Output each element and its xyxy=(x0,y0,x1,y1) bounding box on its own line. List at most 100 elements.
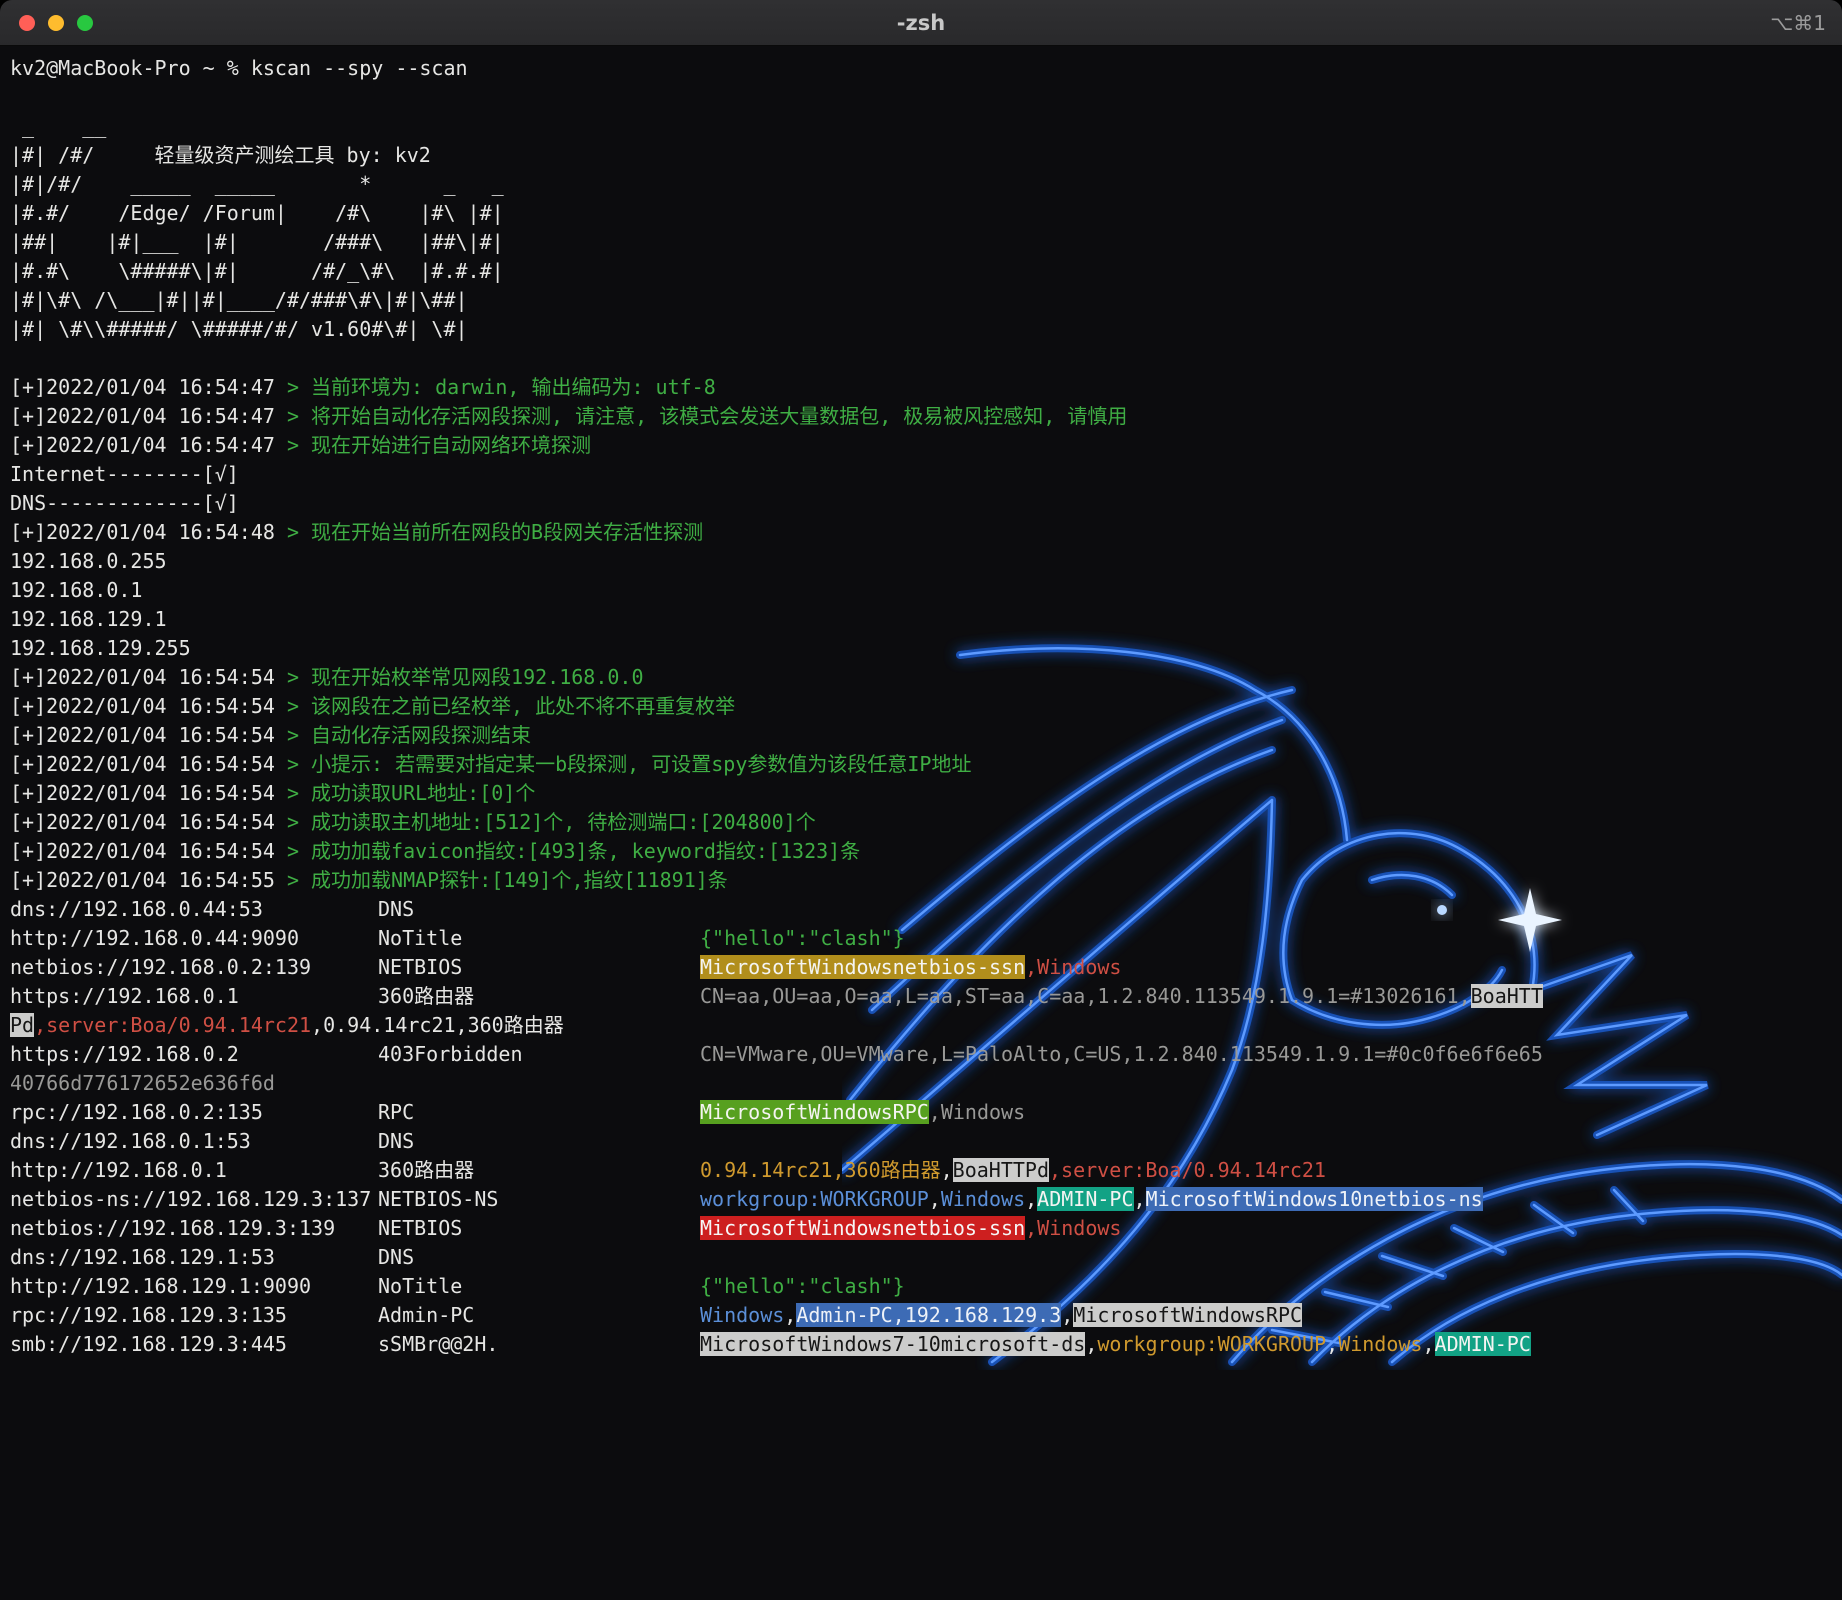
terminal-text-segment: 40766d776172652e636f6d xyxy=(10,1071,275,1095)
result-col-service: DNS xyxy=(378,1243,414,1272)
window-shortcut-badge: ⌥⌘1 xyxy=(1770,10,1826,35)
terminal-text-segment: NETBIOS-NS xyxy=(378,1187,499,1211)
terminal-text-segment: |#.#\ \#####\|#| /#/_\#\ |#.#.#| xyxy=(10,259,504,283)
terminal-text-segment: ADMIN-PC xyxy=(1037,1187,1134,1211)
minimize-button[interactable] xyxy=(48,14,64,31)
terminal-line: 192.168.129.1 xyxy=(0,605,1842,634)
result-col-fingerprint: MicrosoftWindowsnetbios-ssn,Windows xyxy=(700,1214,1121,1243)
terminal-text-segment: [+]2022/01/04 16:54:54 xyxy=(10,810,287,834)
terminal-line: _ __ xyxy=(0,112,1842,141)
terminal-text-segment: > 将开始自动化存活网段探测, 请注意, 该模式会发送大量数据包, 极易被风控感… xyxy=(286,404,1128,428)
terminal-window: -zsh ⌥⌘1 kv2@MacBook-Pro ~ % kscan --spy… xyxy=(0,0,1842,1600)
terminal-line: http://192.168.0.44:9090 NoTitle {"hello":… xyxy=(0,924,1842,953)
result-col-fingerprint: workgroup:WORKGROUP,Windows,ADMIN-PC,Mic… xyxy=(700,1185,1483,1214)
terminal-text-segment: |#| \#\\#####/ \#####/#/ v1.60#\#| \#| xyxy=(10,317,468,341)
result-col-service: RPC xyxy=(378,1098,414,1127)
terminal-text-segment: smb://192.168.129.3:445 xyxy=(10,1332,287,1356)
result-col-service: DNS xyxy=(378,1127,414,1156)
terminal-text-segment: > 自动化存活网段探测结束 xyxy=(286,723,532,747)
terminal-line: [+]2022/01/04 16:54:47 > 当前环境为: darwin, … xyxy=(0,373,1842,402)
terminal-line: |#| \#\\#####/ \#####/#/ v1.60#\#| \#| xyxy=(0,315,1842,344)
terminal-line: http://192.168.0.1 360路由器 0.94.14rc21,360路… xyxy=(0,1156,1842,1185)
terminal-text-segment: kv2@MacBook-Pro ~ % kscan --spy --scan xyxy=(10,56,468,80)
terminal-text-segment: 360路由器 xyxy=(378,1158,475,1182)
result-col-service: 360路由器 xyxy=(378,1156,474,1185)
terminal-text-segment: Pd xyxy=(10,1013,35,1037)
result-col-service: 403Forbidden xyxy=(378,1040,523,1069)
result-col-service: NETBIOS xyxy=(378,1214,462,1243)
terminal-text-segment: , xyxy=(1025,1187,1038,1211)
terminal-line: kv2@MacBook-Pro ~ % kscan --spy --scan xyxy=(0,54,1842,83)
terminal-text-segment: > 该网段在之前已经枚举, 此处不将不再重复枚举 xyxy=(286,694,736,718)
result-col-service: NETBIOS-NS xyxy=(378,1185,498,1214)
result-col-fingerprint: Windows,Admin-PC,192.168.129.3,Microsoft… xyxy=(700,1301,1303,1330)
terminal-text-segment: [+]2022/01/04 16:54:54 xyxy=(10,665,287,689)
result-col-fingerprint: MicrosoftWindowsRPC,Windows xyxy=(700,1098,1025,1127)
terminal-text-segment: ,Windows xyxy=(1025,955,1122,979)
terminal-text-segment: DNS-------------[√] xyxy=(10,491,239,515)
terminal-text-segment: dns://192.168.129.1:53 xyxy=(10,1245,275,1269)
terminal-text-segment: 192.168.129.1 xyxy=(10,607,167,631)
terminal-text-segment: 192.168.0.1 xyxy=(10,578,143,602)
terminal-text-segment: , xyxy=(1085,1332,1098,1356)
terminal-line: DNS-------------[√] xyxy=(0,489,1842,518)
terminal-text-segment: 403Forbidden xyxy=(378,1042,523,1066)
terminal-text-segment: > 成功加载favicon指纹:[493]条, keyword指纹:[1323]… xyxy=(286,839,861,863)
terminal-line: netbios-ns://192.168.129.3:137 NETBIOS-NS… xyxy=(0,1185,1842,1214)
terminal-line: |#.#\ \#####\|#| /#/_\#\ |#.#.#| xyxy=(0,257,1842,286)
terminal-line: https://192.168.0.1 360路由器 CN=aa,OU=aa,O=a… xyxy=(0,982,1842,1011)
terminal-text-segment: , xyxy=(940,1158,953,1182)
terminal-text-segment: ,Windows xyxy=(1025,1216,1122,1240)
result-col-service: Admin-PC xyxy=(378,1301,474,1330)
result-col-fingerprint: MicrosoftWindowsnetbios-ssn,Windows xyxy=(700,953,1121,982)
terminal-text-segment: MicrosoftWindowsnetbios-ssn xyxy=(700,955,1026,979)
zoom-button[interactable] xyxy=(77,14,93,31)
terminal-line: rpc://192.168.129.3:135 Admin-PC Windows,A… xyxy=(0,1301,1842,1330)
terminal-text-segment: 0.94.14rc21,360路由器 xyxy=(700,1158,941,1182)
terminal-text-segment: DNS xyxy=(378,1129,415,1153)
terminal-text-segment: http://192.168.129.1:9090 xyxy=(10,1274,312,1298)
terminal-line: Pd,server:Boa/0.94.14rc21,0.94.14rc21,36… xyxy=(0,1011,1842,1040)
terminal-text-segment: [+]2022/01/04 16:54:54 xyxy=(10,694,287,718)
result-col-fingerprint: CN=aa,OU=aa,O=aa,L=aa,ST=aa,C=aa,1.2.840… xyxy=(700,982,1543,1011)
terminal-line: [+]2022/01/04 16:54:54 > 该网段在之前已经枚举, 此处不… xyxy=(0,692,1842,721)
terminal-line: smb://192.168.129.3:445 sSMBr@@2H. Microso… xyxy=(0,1330,1842,1359)
terminal-text-segment: NoTitle xyxy=(378,926,463,950)
result-col-fingerprint: {"hello":"clash"} xyxy=(700,924,905,953)
terminal-text-segment: MicrosoftWindowsRPC xyxy=(700,1100,929,1124)
terminal-text-segment: http://192.168.0.44:9090 xyxy=(10,926,299,950)
terminal-text-segment: [+]2022/01/04 16:54:54 xyxy=(10,723,287,747)
terminal-text-segment: > 成功读取主机地址:[512]个, 待检测端口:[204800]个 xyxy=(286,810,816,834)
terminal-text-segment: > 当前环境为: darwin, 输出编码为: utf-8 xyxy=(286,375,716,399)
terminal-line: https://192.168.0.2 403Forbidden CN=VMware… xyxy=(0,1040,1842,1069)
terminal-text-segment: |#|/#/ _____ _____ * _ _ xyxy=(10,172,504,196)
terminal-text-segment: NETBIOS xyxy=(378,1216,463,1240)
close-button[interactable] xyxy=(19,14,35,31)
terminal-text-segment: , xyxy=(784,1303,797,1327)
terminal-line: 192.168.0.255 xyxy=(0,547,1842,576)
terminal-text-segment: , xyxy=(928,1187,941,1211)
terminal-text-segment: [+]2022/01/04 16:54:47 xyxy=(10,375,287,399)
terminal-text-segment: netbios://192.168.129.3:139 xyxy=(10,1216,336,1240)
terminal-text-segment: , xyxy=(1326,1332,1339,1356)
terminal-text-segment: _ __ xyxy=(10,114,107,138)
terminal-text-segment: netbios-ns://192.168.129.3:137 xyxy=(10,1187,372,1211)
terminal-line: 192.168.0.1 xyxy=(0,576,1842,605)
terminal-text-segment: , xyxy=(1422,1332,1435,1356)
terminal-text-segment: Windows xyxy=(1338,1332,1423,1356)
result-col-fingerprint: CN=VMware,OU=VMware,L=PaloAlto,C=US,1.2.… xyxy=(700,1040,1543,1069)
terminal-text-segment: {"hello":"clash"} xyxy=(700,926,905,950)
terminal-text-segment: Windows xyxy=(700,1303,785,1327)
terminal-line: 192.168.129.255 xyxy=(0,634,1842,663)
traffic-lights xyxy=(0,14,93,31)
terminal-line: netbios://192.168.129.3:139 NETBIOS Micros… xyxy=(0,1214,1842,1243)
terminal-text-segment: ,Windows xyxy=(928,1100,1026,1124)
terminal-line: |#|\#\ /\___|#||#|____/#/###\#\|#|\##| xyxy=(0,286,1842,315)
terminal-text-segment: dns://192.168.0.1:53 xyxy=(10,1129,251,1153)
terminal-text-segment: |#.#/ /Edge/ /Forum| /#\ |#\ |#| xyxy=(10,201,504,225)
terminal-text-segment: Internet--------[√] xyxy=(10,462,239,486)
terminal-text-segment: [+]2022/01/04 16:54:55 xyxy=(10,868,287,892)
terminal-content[interactable]: kv2@MacBook-Pro ~ % kscan --spy --scan _… xyxy=(0,46,1842,1600)
terminal-line: |##| |#|___ |#| /###\ |##\|#| xyxy=(0,228,1842,257)
